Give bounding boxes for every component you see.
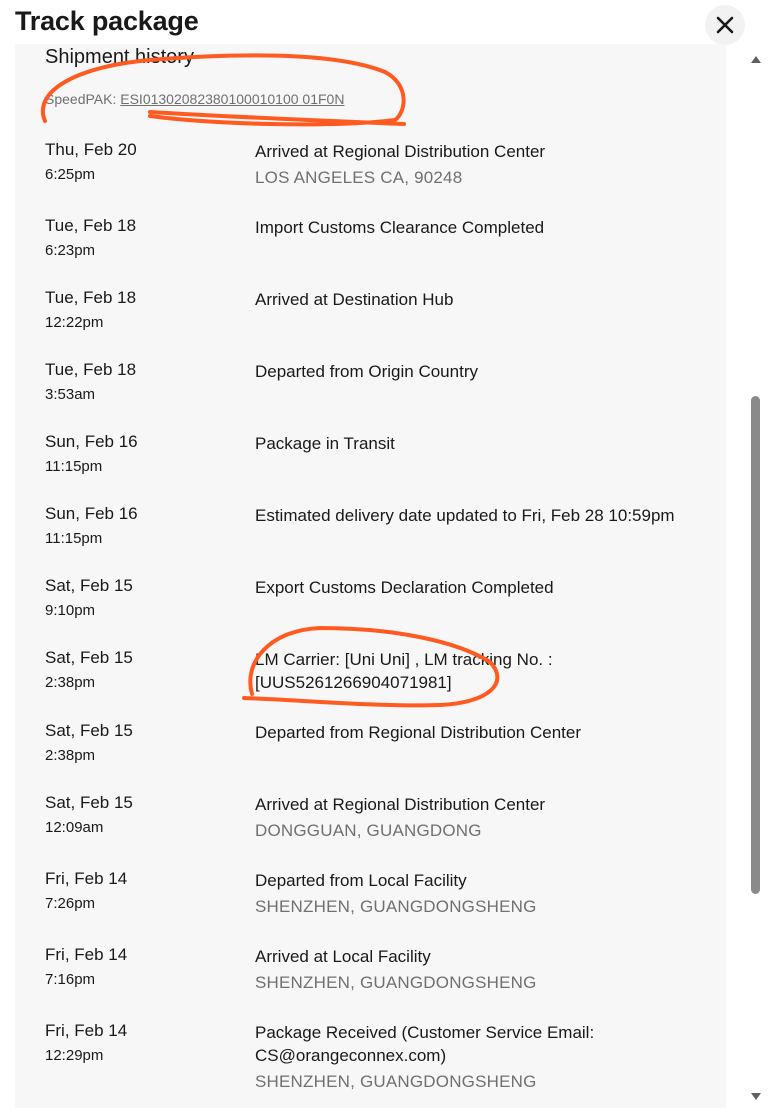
event-description: Departed from Origin Country — [255, 362, 478, 381]
event-date: Sun, Feb 16 — [45, 432, 138, 451]
event-time: 9:10pm — [45, 602, 96, 619]
event-location: LOS ANGELES CA, 90248 — [255, 168, 463, 187]
carrier-info: SpeedPAK: ESI01302082380100010100 01F0N — [45, 91, 344, 107]
event-location: DONGGUAN, GUANGDONG — [255, 821, 482, 840]
event-date: Fri, Feb 14 — [45, 1021, 128, 1040]
modal-header: Track package — [0, 0, 771, 46]
event-location: SHENZHEN, GUANGDONGSHENG — [255, 897, 537, 916]
section-title: Shipment history — [45, 46, 194, 68]
event-location: SHENZHEN, GUANGDONGSHENG — [255, 973, 537, 992]
carrier-label: SpeedPAK: — [45, 91, 117, 107]
event-time: 7:26pm — [45, 895, 96, 912]
shipment-history-panel: Shipment history SpeedPAK: ESI0130208238… — [15, 44, 726, 1108]
event-description: Arrived at Destination Hub — [255, 290, 454, 309]
event-date: Thu, Feb 20 — [45, 140, 137, 159]
event-date: Sat, Feb 15 — [45, 721, 133, 740]
event-time: 6:25pm — [45, 166, 96, 183]
event-time: 12:29pm — [45, 1047, 104, 1064]
scrollbar[interactable] — [745, 44, 767, 1108]
event-description: Arrived at Local Facility — [255, 947, 431, 966]
event-description: Departed from Local Facility — [255, 871, 467, 890]
event-date: Tue, Feb 18 — [45, 216, 137, 235]
event-description: Arrived at Regional Distribution Center — [255, 142, 546, 161]
event-description: Arrived at Regional Distribution Center — [255, 795, 546, 814]
page-title: Track package — [15, 6, 199, 36]
event-date: Sat, Feb 15 — [45, 793, 133, 812]
event-time: 11:15pm — [45, 530, 103, 547]
close-button[interactable] — [705, 5, 745, 45]
event-time: 11:15pm — [45, 458, 103, 475]
event-date: Fri, Feb 14 — [45, 945, 128, 964]
event-description: Package in Transit — [255, 434, 395, 453]
event-date: Sat, Feb 15 — [45, 648, 133, 667]
event-time: 2:38pm — [45, 674, 96, 691]
tracking-number-link[interactable]: ESI01302082380100010100 01F0N — [120, 91, 344, 107]
event-location: SHENZHEN, GUANGDONGSHENG — [255, 1072, 537, 1091]
event-date: Sat, Feb 15 — [45, 576, 133, 595]
event-description: Import Customs Clearance Completed — [255, 218, 545, 237]
close-icon — [716, 16, 734, 34]
event-description: Departed from Regional Distribution Cent… — [255, 723, 581, 742]
event-time: 12:09am — [45, 819, 104, 836]
event-time: 2:38pm — [45, 747, 96, 764]
event-time: 6:23pm — [45, 242, 96, 259]
event-description: Package Received (Customer Service Email… — [255, 1023, 595, 1065]
event-time: 12:22pm — [45, 314, 104, 331]
event-date: Sun, Feb 16 — [45, 504, 138, 523]
event-description: LM Carrier: [Uni Uni] , LM tracking No. … — [255, 650, 553, 692]
event-description: Estimated delivery date updated to Fri, … — [255, 506, 675, 525]
event-time: 7:16pm — [45, 971, 96, 988]
event-description: Export Customs Declaration Completed — [255, 578, 554, 597]
event-date: Tue, Feb 18 — [45, 360, 137, 379]
scroll-up-icon[interactable] — [750, 54, 762, 64]
scroll-down-icon[interactable] — [750, 1092, 762, 1102]
event-date: Tue, Feb 18 — [45, 288, 137, 307]
event-time: 3:53am — [45, 386, 96, 403]
event-date: Fri, Feb 14 — [45, 869, 128, 888]
scroll-thumb[interactable] — [751, 396, 760, 894]
